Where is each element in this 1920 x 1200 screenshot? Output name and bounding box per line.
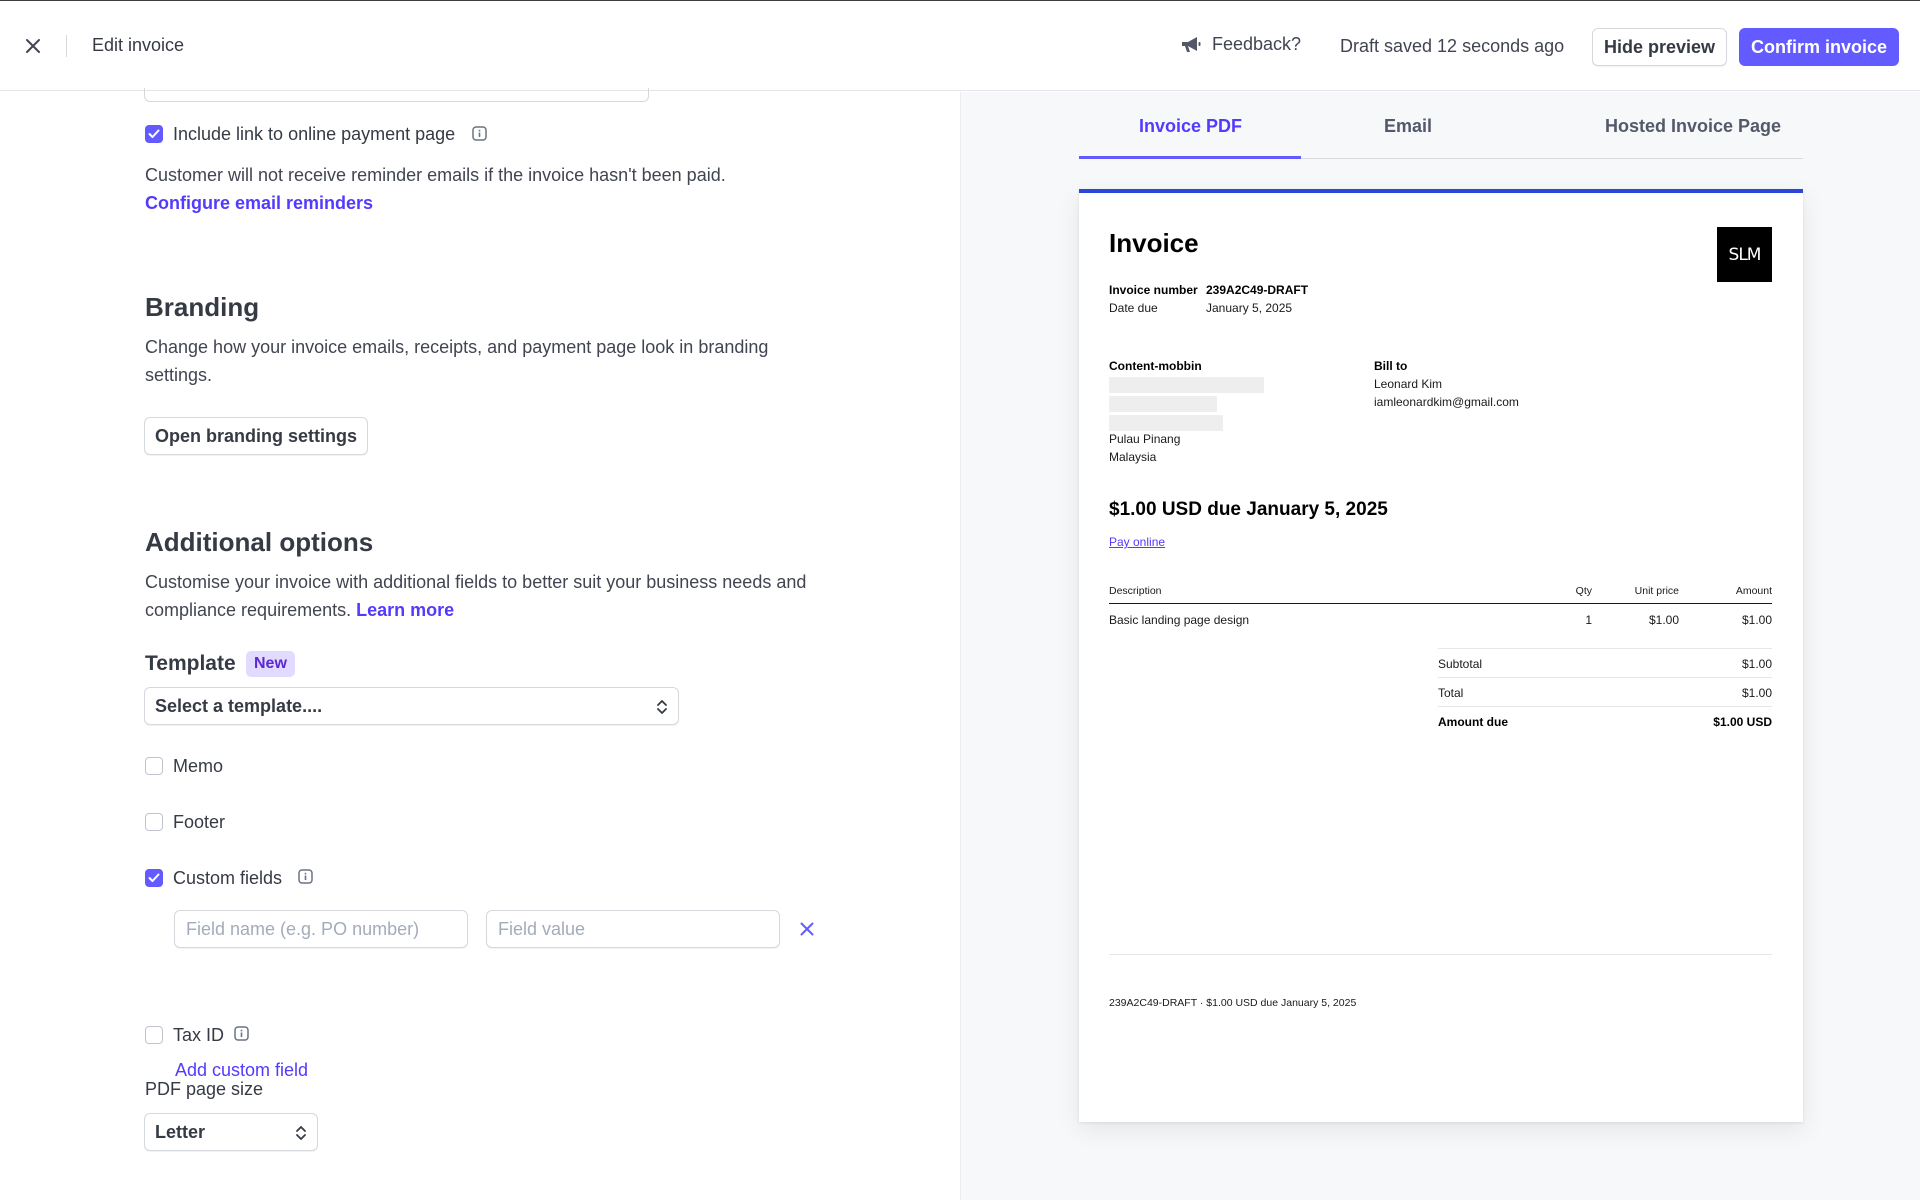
template-label: Template [145, 652, 236, 675]
tab-hosted-invoice-page[interactable]: Hosted Invoice Page [1605, 116, 1781, 137]
close-icon [800, 922, 814, 936]
additional-options-heading: Additional options [145, 527, 374, 557]
invoice-title: Invoice [1109, 228, 1199, 258]
include-payment-link-checkbox[interactable] [145, 125, 163, 143]
memo-checkbox[interactable] [145, 757, 163, 775]
amount-due-value: $1.00 USD [1713, 715, 1772, 729]
invoice-form: Include link to online payment page Cust… [0, 88, 960, 1200]
subtotal-value: $1.00 [1741, 657, 1772, 671]
table-header-rule [1109, 603, 1772, 604]
custom-field-name-input[interactable] [174, 910, 468, 948]
redacted-address-line [1109, 396, 1217, 412]
bill-to-name: Leonard Kim [1374, 377, 1443, 391]
invoice-number-label: Invoice number [1109, 283, 1198, 297]
feedback-label: Feedback? [1212, 34, 1302, 54]
additional-options-text: Customise your invoice with additional f… [145, 572, 807, 620]
confirm-invoice-button[interactable]: Confirm invoice [1739, 28, 1900, 66]
from-country: Malaysia [1109, 450, 1157, 464]
totals-divider [1438, 677, 1772, 678]
footer-checkbox[interactable] [145, 813, 163, 831]
close-button[interactable] [20, 33, 46, 59]
pdf-page-size-select[interactable]: Letter [144, 1113, 318, 1151]
redacted-address-line [1109, 377, 1264, 393]
tax-id-checkbox[interactable] [145, 1026, 163, 1044]
pay-online-link[interactable]: Pay online [1109, 535, 1165, 549]
col-header-amount: Amount [1735, 585, 1772, 597]
remove-custom-field-button[interactable] [796, 918, 818, 940]
learn-more-link[interactable]: Learn more [356, 600, 454, 620]
reminder-note: Customer will not receive reminder email… [145, 161, 825, 217]
bill-to-label: Bill to [1374, 359, 1408, 373]
active-tab-indicator [1079, 156, 1301, 159]
preview-panel: Invoice PDF Email Hosted Invoice Page In… [960, 92, 1920, 1200]
add-custom-field-link[interactable]: Add custom field [175, 1060, 308, 1081]
line-item-qty: 1 [1585, 613, 1592, 627]
hide-preview-button[interactable]: Hide preview [1592, 28, 1728, 66]
header-divider [66, 35, 67, 57]
tab-email[interactable]: Email [1384, 116, 1432, 137]
template-select[interactable]: Select a template.... [144, 687, 679, 725]
additional-options-description: Customise your invoice with additional f… [145, 568, 825, 624]
draft-status: Draft saved 12 seconds ago [1340, 36, 1565, 56]
pdf-page-size-value: Letter [155, 1121, 206, 1142]
chevron-up-down-icon [657, 700, 667, 714]
checkmark-icon [148, 129, 160, 138]
new-badge: New [246, 651, 295, 677]
invoice-number-value: 239A2C49-DRAFT [1206, 283, 1309, 297]
line-item-amount: $1.00 [1741, 613, 1772, 627]
memo-label: Memo [173, 756, 224, 776]
info-icon[interactable] [234, 1026, 249, 1041]
include-payment-link-label: Include link to online payment page [173, 124, 456, 144]
from-company-name: Content-mobbin [1109, 359, 1202, 373]
template-select-value: Select a template.... [155, 695, 323, 716]
pdf-page-size-label: PDF page size [145, 1079, 264, 1099]
custom-fields-label: Custom fields [173, 868, 283, 888]
amount-due-heading: $1.00 USD due January 5, 2025 [1109, 499, 1388, 520]
col-header-qty: Qty [1575, 585, 1592, 597]
company-logo: SLM [1717, 227, 1772, 282]
chevron-up-down-icon [296, 1126, 306, 1140]
scrolled-input-field[interactable] [144, 88, 649, 102]
bill-to-email: iamleonardkim@gmail.com [1374, 395, 1519, 409]
total-value: $1.00 [1741, 686, 1772, 700]
checkmark-icon [148, 873, 160, 882]
amount-due-label: Amount due [1438, 715, 1508, 729]
line-item-unit-price: $1.00 [1648, 613, 1679, 627]
invoice-footer-text: 239A2C49-DRAFT · $1.00 USD due January 5… [1109, 997, 1357, 1009]
feedback-button[interactable]: Feedback? [1180, 34, 1301, 55]
footer-label: Footer [173, 812, 226, 832]
total-label: Total [1438, 686, 1464, 700]
col-header-description: Description [1109, 585, 1162, 597]
branding-heading: Branding [145, 292, 260, 322]
line-item-description: Basic landing page design [1109, 613, 1250, 627]
footer-divider [1109, 954, 1772, 955]
megaphone-icon [1182, 36, 1201, 52]
tab-invoice-pdf[interactable]: Invoice PDF [1139, 116, 1242, 137]
totals-divider [1438, 648, 1772, 649]
date-due-value: January 5, 2025 [1206, 301, 1293, 315]
preview-tabs: Invoice PDF Email Hosted Invoice Page [1079, 92, 1803, 159]
app-header: Edit invoice Feedback? Draft saved 12 se… [0, 1, 1920, 91]
info-icon[interactable] [298, 869, 313, 884]
subtotal-label: Subtotal [1438, 657, 1483, 671]
from-city: Pulau Pinang [1109, 432, 1181, 446]
totals-divider [1438, 706, 1772, 707]
custom-field-value-input[interactable] [486, 910, 780, 948]
redacted-address-line [1109, 415, 1223, 431]
date-due-label: Date due [1109, 301, 1158, 315]
page-title: Edit invoice [92, 35, 185, 55]
reminder-note-text: Customer will not receive reminder email… [145, 165, 726, 185]
info-icon[interactable] [472, 126, 487, 141]
open-branding-settings-button[interactable]: Open branding settings [144, 417, 369, 455]
configure-email-reminders-link[interactable]: Configure email reminders [145, 193, 373, 213]
branding-description: Change how your invoice emails, receipts… [145, 337, 769, 385]
tax-id-label: Tax ID [173, 1025, 225, 1045]
close-icon [26, 39, 40, 53]
invoice-pdf-preview: Invoice SLM Invoice number 239A2C49-DRAF… [1079, 189, 1803, 1122]
col-header-unit-price: Unit price [1634, 585, 1679, 597]
custom-fields-checkbox[interactable] [145, 869, 163, 887]
pdf-accent-bar [1079, 189, 1803, 193]
